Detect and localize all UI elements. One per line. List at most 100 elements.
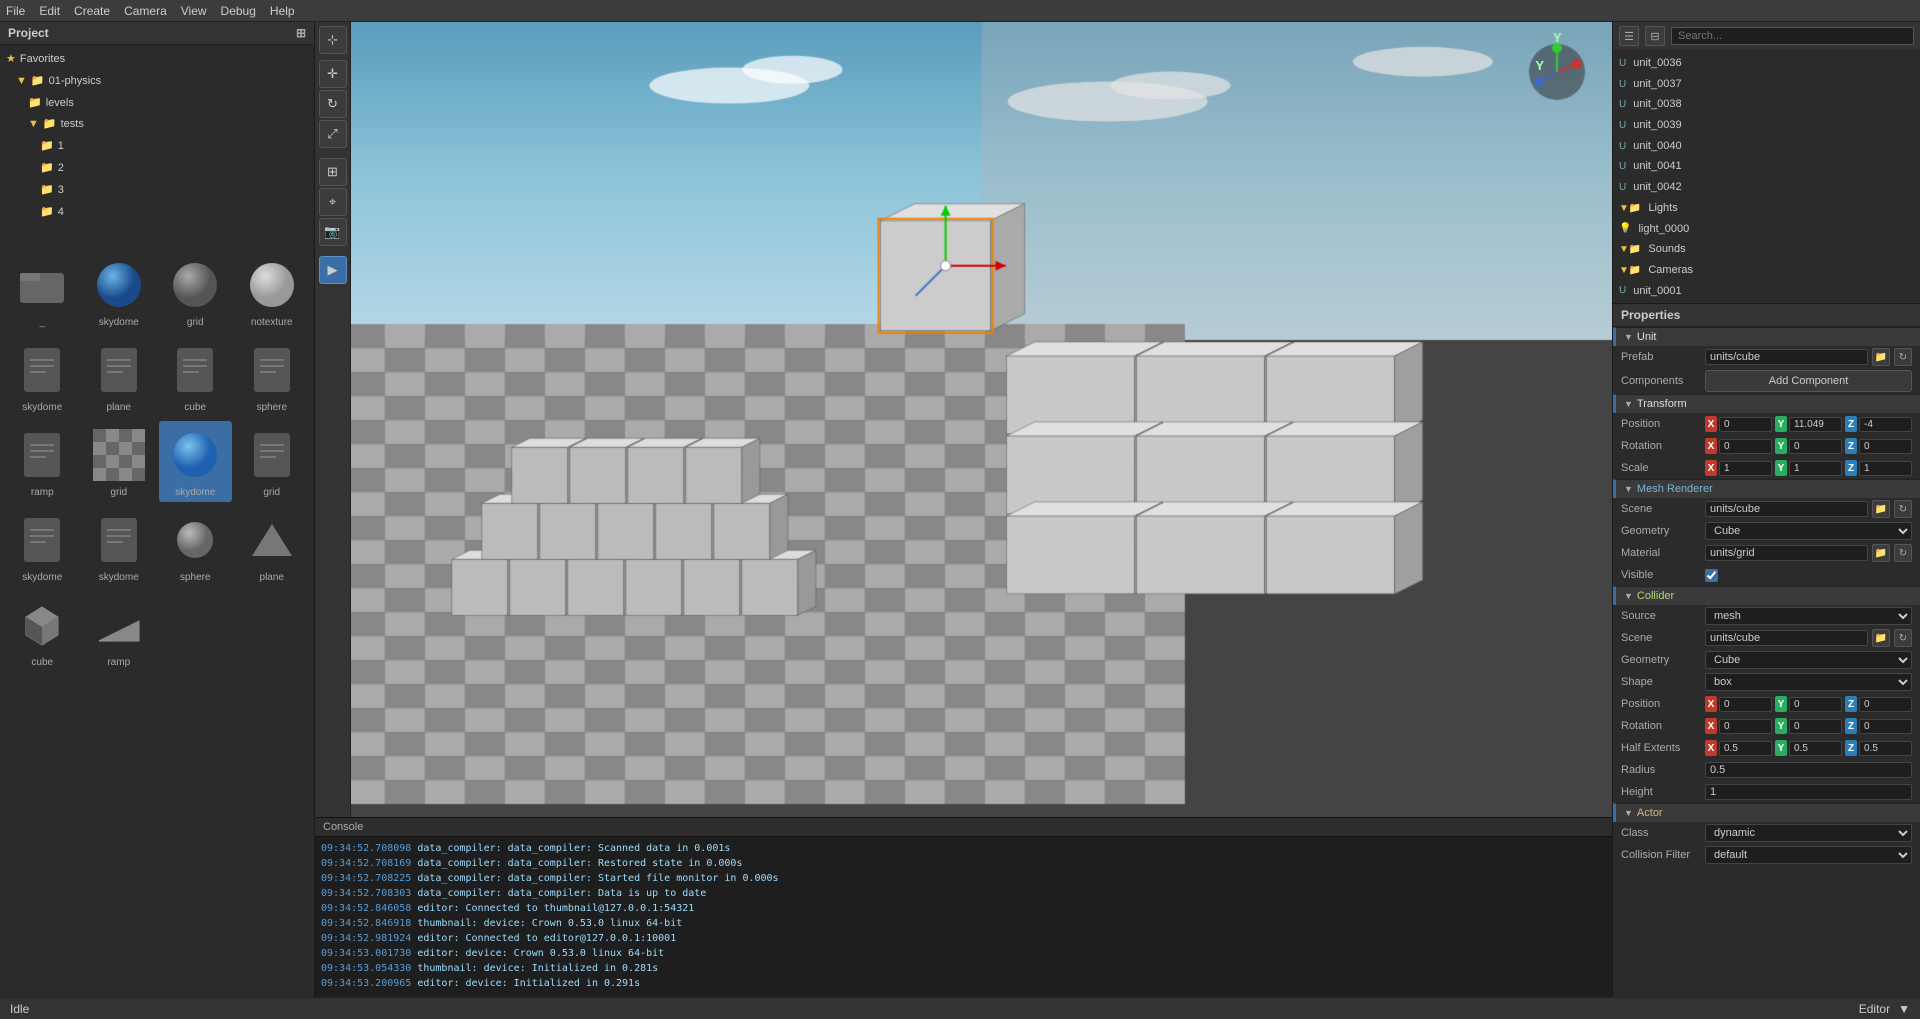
- scene-tree-item[interactable]: ▼📁Lights: [1613, 198, 1920, 219]
- asset-ramp-doc[interactable]: ramp: [6, 421, 79, 502]
- scale-x-input[interactable]: [1719, 461, 1772, 476]
- tool-snap[interactable]: ⌖: [319, 188, 347, 216]
- scene-tree-item[interactable]: ▼📁Sounds: [1613, 239, 1920, 260]
- col-he-x-input[interactable]: [1719, 741, 1772, 756]
- col-source-select[interactable]: mesh: [1705, 607, 1912, 625]
- asset-skydome-1[interactable]: skydome: [83, 251, 156, 332]
- scene-tree-item[interactable]: ▼📁Cameras: [1613, 260, 1920, 281]
- prefab-folder-btn[interactable]: 📁: [1872, 348, 1890, 366]
- col-pos-x-input[interactable]: [1719, 697, 1772, 712]
- mr-material-input[interactable]: [1705, 545, 1868, 561]
- asset-grid-thumb[interactable]: grid: [83, 421, 156, 502]
- menu-view[interactable]: View: [181, 4, 207, 18]
- pos-z-input[interactable]: [1859, 417, 1912, 432]
- menu-edit[interactable]: Edit: [39, 4, 60, 18]
- col-pos-z-input[interactable]: [1859, 697, 1912, 712]
- col-scene-refresh-btn[interactable]: ↻: [1894, 629, 1912, 647]
- asset-cube-doc[interactable]: cube: [159, 336, 232, 417]
- scene-tree-item[interactable]: Uunit_0042: [1613, 177, 1920, 198]
- rot-y-input[interactable]: [1789, 439, 1842, 454]
- scene-tree-item[interactable]: Uunit_0041: [1613, 156, 1920, 177]
- tool-move[interactable]: ✛: [319, 60, 347, 88]
- col-he-y-input[interactable]: [1789, 741, 1842, 756]
- transform-section-header[interactable]: ▼ Transform: [1613, 394, 1920, 413]
- add-component-button[interactable]: Add Component: [1705, 370, 1912, 392]
- tool-grid[interactable]: ⊞: [319, 158, 347, 186]
- asset-skydome-doc2[interactable]: skydome: [6, 506, 79, 587]
- scale-y-input[interactable]: [1789, 461, 1842, 476]
- mr-scene-refresh-btn[interactable]: ↻: [1894, 500, 1912, 518]
- col-rot-x-input[interactable]: [1719, 719, 1772, 734]
- tool-select[interactable]: ⊹: [319, 26, 347, 54]
- col-he-z-input[interactable]: [1859, 741, 1912, 756]
- tool-play[interactable]: ▶: [319, 256, 347, 284]
- scene-gizmo-icon[interactable]: ⊟: [1645, 26, 1665, 46]
- mr-scene-input[interactable]: [1705, 501, 1868, 517]
- search-input[interactable]: [1671, 27, 1914, 45]
- tool-rotate[interactable]: ↻: [319, 90, 347, 118]
- rot-x-input[interactable]: [1719, 439, 1772, 454]
- tree-1[interactable]: 📁 1: [4, 136, 310, 158]
- scale-z-input[interactable]: [1859, 461, 1912, 476]
- asset-skydome-doc[interactable]: skydome: [6, 336, 79, 417]
- scene-tree-item[interactable]: 💡light_0000: [1613, 219, 1920, 240]
- col-geometry-select[interactable]: Cube: [1705, 651, 1912, 669]
- pos-y-input[interactable]: [1789, 417, 1842, 432]
- asset-grid-doc[interactable]: grid: [236, 421, 309, 502]
- col-rot-y-input[interactable]: [1789, 719, 1842, 734]
- mr-material-refresh-btn[interactable]: ↻: [1894, 544, 1912, 562]
- unit-section-header[interactable]: ▼ Unit: [1613, 327, 1920, 346]
- mr-visible-checkbox[interactable]: [1705, 569, 1718, 582]
- prefab-input[interactable]: [1705, 349, 1868, 365]
- scene-tree-item[interactable]: Uunit_0039: [1613, 115, 1920, 136]
- asset-notexture[interactable]: notexture: [236, 251, 309, 332]
- viewport[interactable]: ⊹ ✛ ↻ ⤢ ⊞ ⌖ 📷 ▶ Y: [315, 22, 1612, 817]
- col-height-input[interactable]: [1705, 784, 1912, 800]
- status-dropdown-icon[interactable]: ▼: [1898, 1002, 1910, 1016]
- asset-skydome-doc3[interactable]: skydome: [83, 506, 156, 587]
- tree-4[interactable]: 📁 4: [4, 202, 310, 224]
- asset-plane-doc[interactable]: plane: [83, 336, 156, 417]
- scene-list-icon[interactable]: ☰: [1619, 26, 1639, 46]
- menu-camera[interactable]: Camera: [124, 4, 167, 18]
- asset-grid-1[interactable]: grid: [159, 251, 232, 332]
- menu-file[interactable]: File: [6, 4, 25, 18]
- tool-scale[interactable]: ⤢: [319, 120, 347, 148]
- scene-tree-item[interactable]: Uunit_0036: [1613, 53, 1920, 74]
- pos-x-input[interactable]: [1719, 417, 1772, 432]
- scene-tree-item[interactable]: Uunit_0001: [1613, 281, 1920, 302]
- menu-create[interactable]: Create: [74, 4, 110, 18]
- prefab-refresh-btn[interactable]: ↻: [1894, 348, 1912, 366]
- project-expand-icon[interactable]: ⊞: [296, 26, 306, 40]
- actor-class-select[interactable]: dynamic static kinematic: [1705, 824, 1912, 842]
- mesh-renderer-section-header[interactable]: ▼ Mesh Renderer: [1613, 479, 1920, 498]
- menu-debug[interactable]: Debug: [221, 4, 256, 18]
- asset-folder[interactable]: _: [6, 251, 79, 332]
- asset-plane[interactable]: plane: [236, 506, 309, 587]
- asset-ramp-3d[interactable]: ramp: [83, 591, 156, 672]
- tree-favorites[interactable]: ★ Favorites: [4, 49, 310, 71]
- asset-skydome-selected[interactable]: skydome: [159, 421, 232, 502]
- col-rot-z-input[interactable]: [1859, 719, 1912, 734]
- mr-material-folder-btn[interactable]: 📁: [1872, 544, 1890, 562]
- mr-geometry-select[interactable]: Cube: [1705, 522, 1912, 540]
- col-shape-select[interactable]: box: [1705, 673, 1912, 691]
- tree-tests[interactable]: ▼ 📁 tests: [4, 114, 310, 136]
- asset-sphere-gray[interactable]: sphere: [159, 506, 232, 587]
- mr-scene-folder-btn[interactable]: 📁: [1872, 500, 1890, 518]
- scene-tree-item[interactable]: Uunit_0040: [1613, 136, 1920, 157]
- scene-tree-item[interactable]: Uunit_0038: [1613, 94, 1920, 115]
- rot-z-input[interactable]: [1859, 439, 1912, 454]
- collision-filter-select[interactable]: default: [1705, 846, 1912, 864]
- collider-section-header[interactable]: ▼ Collider: [1613, 586, 1920, 605]
- tree-2[interactable]: 📁 2: [4, 158, 310, 180]
- col-radius-input[interactable]: [1705, 762, 1912, 778]
- actor-section-header[interactable]: ▼ Actor: [1613, 803, 1920, 822]
- tool-camera[interactable]: 📷: [319, 218, 347, 246]
- asset-cube-3d[interactable]: cube: [6, 591, 79, 672]
- menu-help[interactable]: Help: [270, 4, 295, 18]
- tree-3[interactable]: 📁 3: [4, 180, 310, 202]
- col-scene-folder-btn[interactable]: 📁: [1872, 629, 1890, 647]
- tree-01-physics[interactable]: ▼ 📁 01-physics: [4, 71, 310, 93]
- col-pos-y-input[interactable]: [1789, 697, 1842, 712]
